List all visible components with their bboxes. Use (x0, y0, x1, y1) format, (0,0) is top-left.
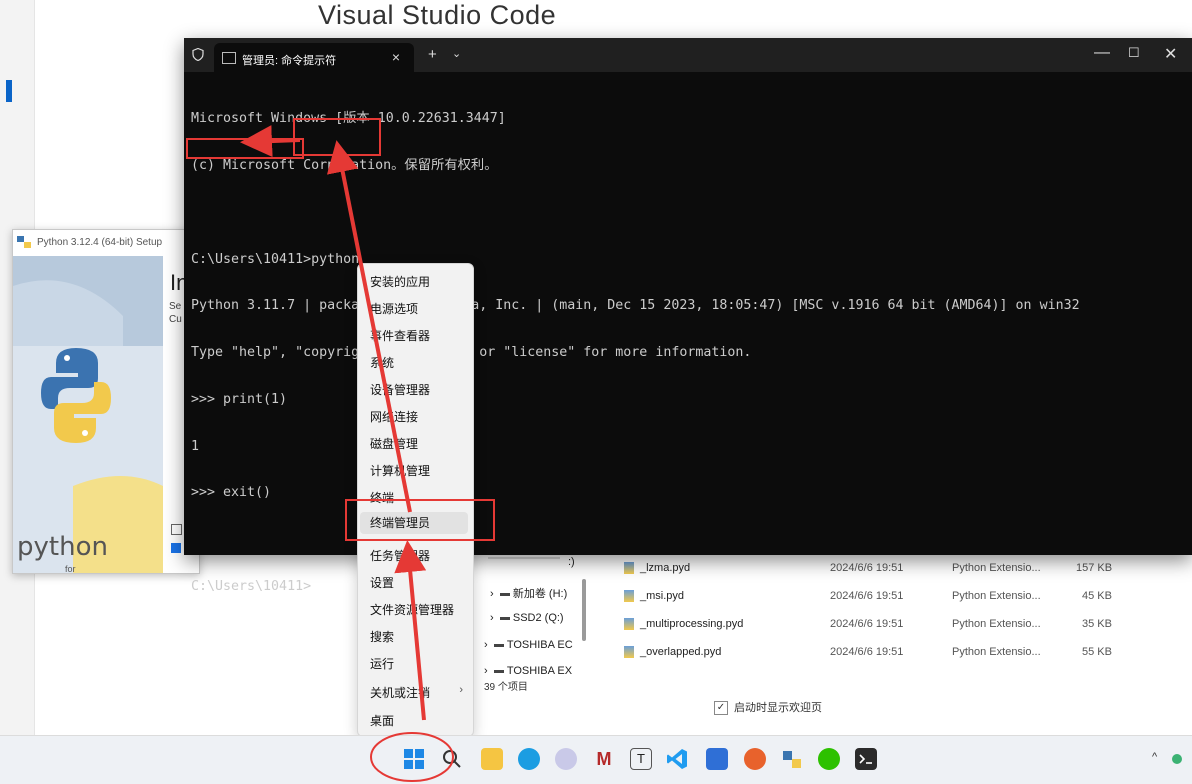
tab-dropdown-icon[interactable]: ⌄ (452, 47, 461, 60)
nav-item-toshiba-ec[interactable]: › TOSHIBA EC (484, 639, 573, 651)
menu-item-desktop[interactable]: 桌面 (370, 712, 394, 729)
typora-icon[interactable]: T (630, 748, 652, 770)
nav-item-label: TOSHIBA EC (506, 639, 573, 651)
close-icon[interactable]: ✕ (1164, 44, 1177, 64)
menu-item-system[interactable]: 系统 (370, 354, 394, 371)
terminal-line: Type "help", "copyright", "credits" or "… (191, 345, 752, 361)
new-tab-icon[interactable]: + (428, 46, 437, 63)
menu-item-network-connections[interactable]: 网络连接 (370, 408, 418, 425)
welcome-checkbox[interactable]: ✓ (714, 701, 728, 716)
nav-item-toshiba-ex[interactable]: › TOSHIBA EX (484, 665, 572, 677)
file-explorer-icon[interactable] (481, 748, 503, 770)
installer-titlebar[interactable]: Python 3.12.4 (64-bit) Setup (13, 230, 199, 256)
menu-item-installed-apps[interactable]: 安装的应用 (370, 273, 430, 290)
installer-checkbox-checked[interactable] (171, 543, 181, 553)
edge-icon[interactable] (518, 748, 540, 770)
mendeley-icon[interactable]: M (593, 748, 615, 770)
search-icon[interactable] (441, 748, 463, 770)
menu-item-disk-management[interactable]: 磁盘管理 (370, 435, 418, 452)
vscode-icon[interactable] (666, 748, 688, 770)
maximize-icon[interactable]: ☐ (1128, 45, 1140, 61)
menu-item-computer-management[interactable]: 计算机管理 (370, 462, 430, 479)
show-welcome-option[interactable]: ✓ 启动时显示欢迎页 (714, 699, 822, 716)
file-type: Python Extensio... (952, 646, 1041, 658)
paint-icon[interactable] (555, 748, 577, 770)
menu-item-device-manager[interactable]: 设备管理器 (370, 381, 430, 398)
tray-app-icon[interactable] (1172, 754, 1182, 764)
python-installer-window[interactable]: Python 3.12.4 (64-bit) Setup python for … (12, 229, 200, 574)
menu-item-settings[interactable]: 设置 (370, 574, 394, 591)
terminal-icon[interactable] (855, 748, 877, 770)
installer-sub-1: Se (169, 301, 182, 312)
terminal-window[interactable]: 管理员: 命令提示符 × + ⌄ — ☐ ✕ Microsoft Windows… (184, 38, 1192, 594)
tray-overflow-icon[interactable]: ^ (1152, 751, 1157, 763)
browser-icon[interactable] (744, 748, 766, 770)
nav-item-label: TOSHIBA EX (506, 665, 573, 677)
terminal-output[interactable]: Microsoft Windows [版本 10.0.22631.3447] (… (191, 80, 1080, 626)
menu-item-terminal-admin[interactable]: 终端管理员 (360, 512, 468, 534)
terminal-tab-bar: 管理员: 命令提示符 × + ⌄ — ☐ ✕ (184, 38, 1192, 72)
file-size: 157 KB (1076, 562, 1113, 574)
menu-item-task-manager[interactable]: 任务管理器 (370, 547, 430, 564)
cmd-tab-icon (222, 52, 236, 64)
terminal-line: (c) Microsoft Corporation。保留所有权利。 (191, 157, 498, 173)
expand-chevron-icon[interactable]: › (484, 639, 488, 651)
admin-shield-icon (192, 48, 204, 61)
tab-close-icon[interactable]: × (392, 49, 400, 65)
terminal-line: Microsoft Windows [版本 10.0.22631.3447] (191, 111, 506, 127)
python-wordmark: python (17, 532, 108, 562)
terminal-line: 1 (191, 438, 200, 454)
menu-item-search[interactable]: 搜索 (370, 628, 394, 645)
drive-icon (493, 669, 504, 673)
taskbar: M T ^ (0, 735, 1192, 784)
wechat-icon[interactable] (818, 748, 840, 770)
menu-item-power-options[interactable]: 电源选项 (370, 300, 418, 317)
vscode-welcome-title: Visual Studio Code (318, 0, 557, 30)
tab-admin-cmd[interactable]: 管理员: 命令提示符 × (214, 43, 414, 72)
drive-icon (493, 643, 504, 647)
tab-title: 管理员: 命令提示符 (242, 55, 337, 67)
installer-sub-2: Cu (169, 314, 182, 325)
expand-chevron-icon[interactable]: › (484, 665, 488, 677)
installer-banner: python for windows (13, 256, 163, 573)
file-row[interactable]: _overlapped.pyd (624, 646, 722, 659)
file-size: 35 KB (1082, 618, 1112, 630)
pyd-file-icon (624, 646, 634, 659)
installer-checkbox[interactable] (171, 524, 182, 535)
file-size: 55 KB (1082, 646, 1112, 658)
file-size: 45 KB (1082, 590, 1112, 602)
installer-title: Python 3.12.4 (64-bit) Setup (37, 237, 163, 248)
menu-item-shutdown[interactable]: 关机或注销 (370, 684, 430, 701)
welcome-label: 启动时显示欢迎页 (734, 702, 822, 714)
file-name: _overlapped.pyd (640, 646, 722, 658)
python-wordmark-for: for (65, 564, 76, 574)
menu-item-run[interactable]: 运行 (370, 655, 394, 672)
photos-icon[interactable] (706, 748, 728, 770)
terminal-prompt: C:\Users\10411> (191, 579, 312, 594)
start-context-menu: 安装的应用 电源选项 事件查看器 系统 设备管理器 网络连接 磁盘管理 计算机管… (357, 263, 474, 737)
terminal-line: C:\Users\10411>python (191, 251, 360, 267)
terminal-line: >>> print(1) (191, 391, 288, 407)
terminal-line: >>> exit() (191, 485, 272, 501)
submenu-chevron-icon: › (459, 684, 463, 696)
start-icon[interactable] (403, 748, 425, 770)
item-count-status: 39 个项目 (484, 682, 528, 693)
python-logo-art (13, 256, 163, 573)
python-installer-icon[interactable] (781, 748, 803, 770)
menu-item-terminal[interactable]: 终端 (370, 489, 394, 506)
menu-item-event-viewer[interactable]: 事件查看器 (370, 327, 430, 344)
minimize-icon[interactable]: — (1094, 44, 1110, 62)
terminal-line: Python 3.11.7 | packaged by Anaconda, In… (191, 298, 1080, 314)
python-setup-icon (17, 236, 31, 248)
activity-indicator (6, 80, 12, 102)
file-date: 2024/6/6 19:51 (830, 646, 904, 658)
menu-item-file-explorer[interactable]: 文件资源管理器 (370, 601, 454, 618)
